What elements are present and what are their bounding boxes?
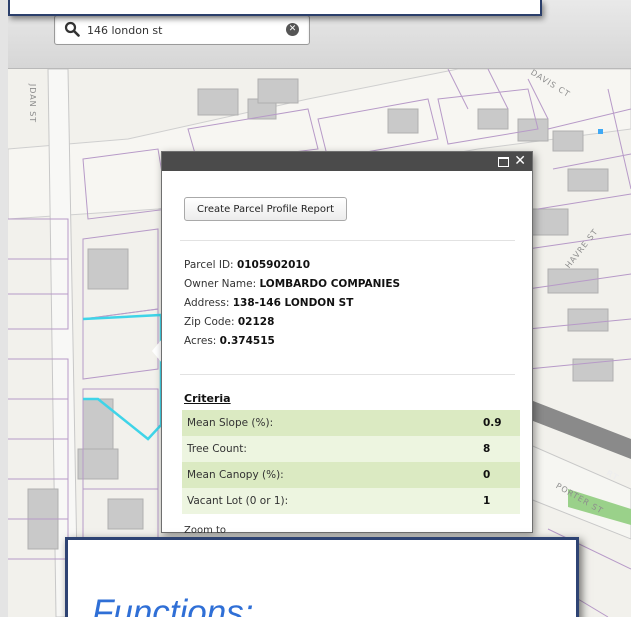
- attr-label: Acres:: [184, 335, 220, 347]
- parcel-id-row: Parcel ID: 0105902010: [184, 256, 400, 275]
- search-input[interactable]: [85, 20, 279, 40]
- attr-value: LOMBARDO COMPANIES: [259, 278, 401, 290]
- functions-title: Functions:: [92, 593, 254, 617]
- parcel-attributes: Parcel ID: 0105902010 Owner Name: LOMBAR…: [184, 256, 400, 351]
- attr-value: 02128: [237, 316, 275, 328]
- attr-label: Address:: [184, 297, 233, 309]
- divider: [180, 240, 515, 241]
- criteria-value: 0: [478, 462, 520, 488]
- close-icon[interactable]: ✕: [514, 153, 526, 169]
- parcel-popup: ✕ Create Parcel Profile Report Parcel ID…: [161, 151, 533, 536]
- divider: [180, 374, 515, 375]
- criteria-value: 1: [478, 488, 520, 514]
- maximize-icon[interactable]: [498, 157, 509, 167]
- table-row: Tree Count: 8: [182, 436, 520, 462]
- attr-label: Zip Code:: [184, 316, 238, 328]
- criteria-table: Mean Slope (%): 0.9 Tree Count: 8 Mean Can…: [182, 410, 520, 514]
- criteria-label: Mean Canopy (%):: [182, 462, 478, 488]
- criteria-heading: Criteria: [184, 392, 231, 405]
- magnifier-icon[interactable]: [64, 21, 80, 37]
- zoom-to-link[interactable]: Zoom to: [184, 525, 226, 536]
- table-row: Mean Slope (%): 0.9: [182, 410, 520, 436]
- address-row: Address: 138-146 LONDON ST: [184, 294, 400, 313]
- criteria-label: Vacant Lot (0 or 1):: [182, 488, 478, 514]
- top-overlay-panel: [8, 0, 542, 16]
- clear-x-icon[interactable]: ✕: [286, 23, 299, 36]
- attr-label: Parcel ID:: [184, 259, 237, 271]
- attr-value: 0.374515: [219, 335, 275, 347]
- table-row: Vacant Lot (0 or 1): 1: [182, 488, 520, 514]
- attr-value: 138-146 LONDON ST: [232, 297, 354, 309]
- functions-overlay-panel: Functions:: [65, 537, 579, 617]
- create-report-button[interactable]: Create Parcel Profile Report: [184, 197, 348, 221]
- owner-name-row: Owner Name: LOMBARDO COMPANIES: [184, 275, 400, 294]
- attr-label: Owner Name:: [184, 278, 260, 290]
- search-box[interactable]: ✕: [54, 15, 310, 45]
- attr-value: 0105902010: [236, 259, 310, 271]
- zip-code-row: Zip Code: 02128: [184, 313, 400, 332]
- acres-row: Acres: 0.374515: [184, 332, 400, 351]
- criteria-label: Tree Count:: [182, 436, 478, 462]
- street-label-jordan: JDAN ST: [28, 83, 38, 124]
- criteria-label: Mean Slope (%):: [182, 410, 478, 436]
- popup-titlebar[interactable]: ✕: [162, 152, 532, 171]
- app-frame: DAVIS CT HAVRE ST PORTER ST JDAN ST RT ✕…: [8, 0, 631, 617]
- table-row: Mean Canopy (%): 0: [182, 462, 520, 488]
- criteria-value: 0.9: [478, 410, 520, 436]
- criteria-value: 8: [478, 436, 520, 462]
